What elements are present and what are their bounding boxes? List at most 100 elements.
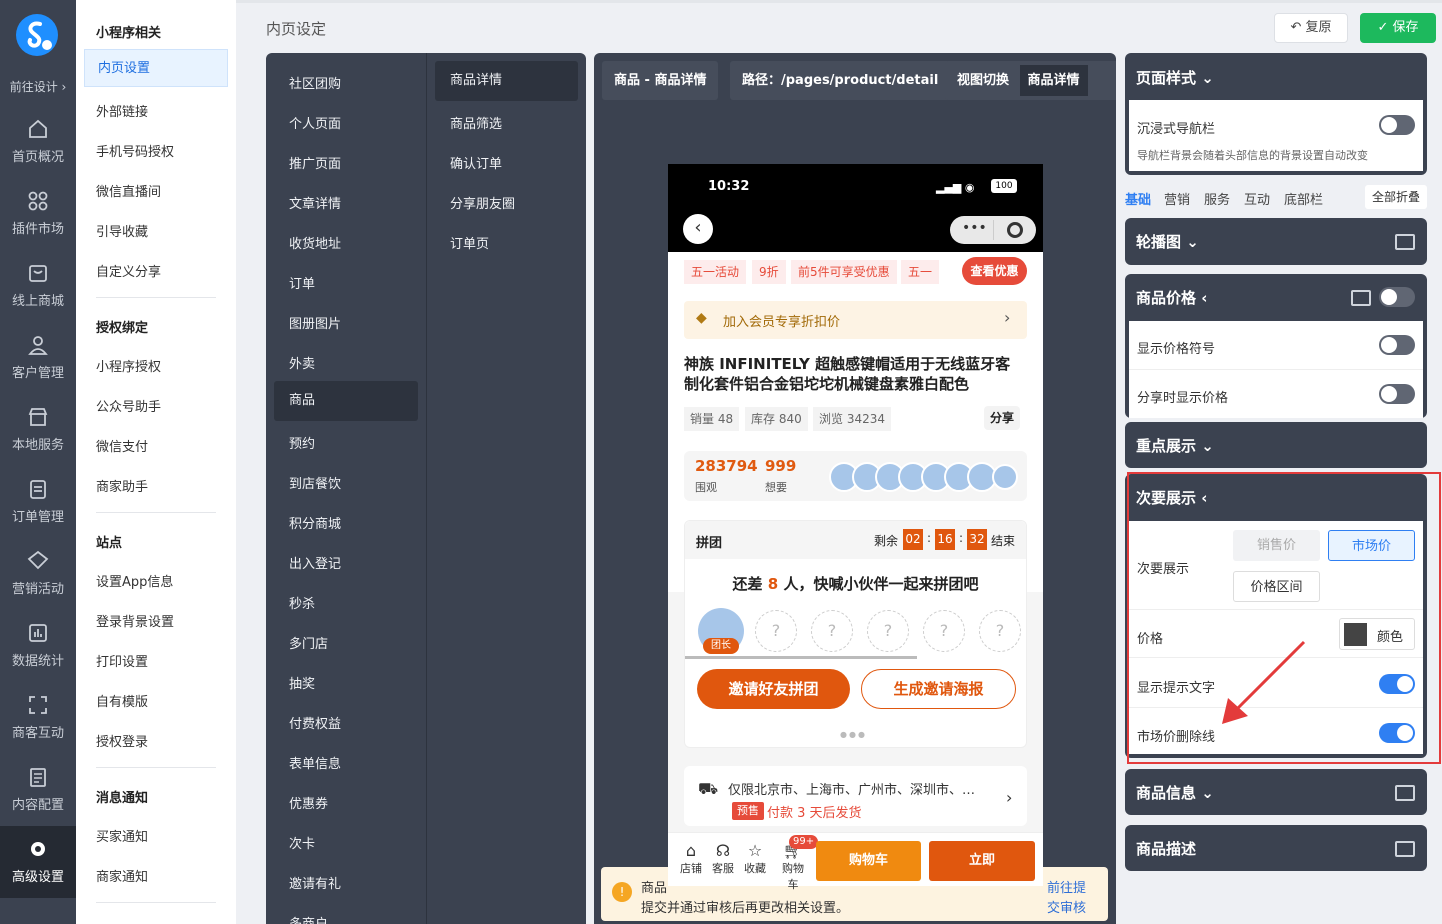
- sub-nav-buyer-notice[interactable]: 买家通知: [96, 826, 148, 845]
- nav-home-overview[interactable]: 首页概况: [0, 118, 76, 190]
- sub-nav-oa-helper[interactable]: 公众号助手: [96, 396, 161, 415]
- page-item[interactable]: 抽奖: [289, 673, 315, 692]
- service-button[interactable]: ☊ 客服: [710, 841, 736, 876]
- page-item[interactable]: 订单: [289, 273, 315, 292]
- collapse-all-button[interactable]: 全部折叠: [1365, 185, 1428, 209]
- tab-bottom-bar[interactable]: 底部栏: [1284, 189, 1323, 208]
- nav-local-service[interactable]: 本地服务: [0, 406, 76, 478]
- nav-marketing[interactable]: 营销活动: [0, 550, 76, 622]
- tab-interaction[interactable]: 互动: [1244, 189, 1270, 208]
- member-banner[interactable]: ◆ 加入会员专享折扣价 ›: [684, 301, 1027, 339]
- subpage-item[interactable]: 订单页: [450, 233, 489, 252]
- add-to-cart-button[interactable]: 购物车: [816, 841, 921, 881]
- layout-icon[interactable]: [1351, 290, 1371, 306]
- layout-icon[interactable]: [1395, 234, 1415, 250]
- page-item[interactable]: 个人页面: [289, 113, 341, 132]
- back-button[interactable]: ‹: [683, 214, 713, 244]
- page-item[interactable]: 次卡: [289, 833, 315, 852]
- sub-nav-app-info[interactable]: 设置App信息: [96, 571, 173, 590]
- nav-statistics[interactable]: 数据统计: [0, 622, 76, 694]
- nav-customer-management[interactable]: 客户管理: [0, 334, 76, 406]
- subpage-item[interactable]: 确认订单: [450, 153, 502, 172]
- sub-nav-inner-page[interactable]: 内页设置: [84, 49, 228, 87]
- key-display-section[interactable]: 重点展示 ⌄: [1125, 422, 1427, 468]
- view-switch[interactable]: 视图切换 商品详情: [945, 61, 1116, 100]
- page-item[interactable]: 文章详情: [289, 193, 341, 212]
- tab-marketing[interactable]: 营销: [1164, 189, 1190, 208]
- page-item[interactable]: 出入登记: [289, 553, 341, 572]
- subpage-item[interactable]: 分享朋友圈: [450, 193, 515, 212]
- nav-plugin-market[interactable]: 插件市场: [0, 190, 76, 262]
- tab-service[interactable]: 服务: [1204, 189, 1230, 208]
- shop-button[interactable]: ⌂ 店铺: [678, 841, 704, 876]
- page-item[interactable]: 积分商城: [289, 513, 341, 532]
- delivery-card[interactable]: ⛟ 仅限北京市、上海市、广州市、深圳市、… 预售 付款 3 天后发货 ›: [684, 766, 1027, 826]
- product-info-section[interactable]: 商品信息 ⌄: [1125, 769, 1427, 815]
- page-item[interactable]: 邀请有礼: [289, 873, 341, 892]
- share-show-price-toggle[interactable]: [1379, 384, 1415, 404]
- page-item[interactable]: 到店餐饮: [289, 473, 341, 492]
- page-item[interactable]: 推广页面: [289, 153, 341, 172]
- layout-icon[interactable]: [1395, 841, 1415, 857]
- nav-advanced-settings[interactable]: 高级设置: [0, 826, 76, 898]
- capsule-menu[interactable]: •••: [950, 216, 1036, 244]
- go-review-link[interactable]: 前往提: [1047, 877, 1086, 896]
- page-item[interactable]: 多门店: [289, 633, 328, 652]
- nav-online-mall[interactable]: 线上商城: [0, 262, 76, 334]
- share-button[interactable]: 分享: [984, 406, 1021, 430]
- page-item[interactable]: 图册图片: [289, 313, 341, 332]
- buy-now-button[interactable]: 立即: [929, 841, 1035, 881]
- page-item[interactable]: 表单信息: [289, 753, 341, 772]
- sub-nav-wechat-pay[interactable]: 微信支付: [96, 436, 148, 455]
- front-design-link[interactable]: 前往设计 ›: [0, 78, 76, 95]
- sub-nav-login-bg[interactable]: 登录背景设置: [96, 611, 174, 630]
- page-item-product-selected[interactable]: 商品: [274, 381, 418, 421]
- price-section-toggle[interactable]: [1379, 287, 1415, 307]
- sub-nav-merchant-helper[interactable]: 商家助手: [96, 476, 148, 495]
- generate-poster-button[interactable]: 生成邀请海报: [861, 669, 1016, 709]
- sub-nav-own-template[interactable]: 自有模版: [96, 691, 148, 710]
- heat-bar: 283794 围观 999 想要: [684, 451, 1027, 501]
- show-price-symbol-toggle[interactable]: [1379, 335, 1415, 355]
- page-item[interactable]: 秒杀: [289, 593, 315, 612]
- product-desc-section[interactable]: 商品描述: [1125, 825, 1427, 871]
- page-style-header[interactable]: 页面样式 ⌄: [1136, 67, 1214, 88]
- group-notifications: 消息通知: [96, 791, 149, 806]
- nav-interaction[interactable]: 商客互动: [0, 694, 76, 766]
- nav-order-management[interactable]: 订单管理: [0, 478, 76, 550]
- go-review-link[interactable]: 交审核: [1047, 897, 1086, 916]
- sub-nav-mp-auth[interactable]: 小程序授权: [96, 356, 161, 375]
- subpage-item[interactable]: 商品筛选: [450, 113, 502, 132]
- page-item[interactable]: 多商户: [289, 913, 328, 924]
- page-item[interactable]: 收货地址: [289, 233, 341, 252]
- sub-nav-wechat-live[interactable]: 微信直播间: [96, 181, 161, 200]
- restore-button[interactable]: ↶ 复原: [1274, 13, 1348, 43]
- view-switch-select[interactable]: 商品详情: [1019, 65, 1088, 96]
- immersive-nav-toggle[interactable]: [1379, 115, 1415, 135]
- page-item[interactable]: 预约: [289, 433, 315, 452]
- sub-nav-custom-share[interactable]: 自定义分享: [96, 261, 161, 280]
- favorite-button[interactable]: ☆ 收藏: [742, 841, 768, 876]
- page-item[interactable]: 优惠券: [289, 793, 328, 812]
- layout-icon[interactable]: [1395, 785, 1415, 801]
- view-coupon-button[interactable]: 查看优惠: [962, 257, 1027, 285]
- save-button[interactable]: ✓ 保存: [1360, 13, 1436, 43]
- page-item[interactable]: 外卖: [289, 353, 315, 372]
- page-item[interactable]: 社区团购: [289, 73, 341, 92]
- sub-nav-auth-login[interactable]: 授权登录: [96, 731, 148, 750]
- sub-nav-merchant-notice[interactable]: 商家通知: [96, 866, 148, 885]
- sub-nav-guide-favorite[interactable]: 引导收藏: [96, 221, 148, 240]
- carousel-section[interactable]: 轮播图 ⌄: [1125, 218, 1427, 265]
- sub-nav-print[interactable]: 打印设置: [96, 651, 148, 670]
- price-header[interactable]: 商品价格 ‹: [1136, 287, 1207, 308]
- check-circle-icon: ✓: [1377, 20, 1389, 35]
- page-style-section: 页面样式 ⌄ 沉浸式导航栏 导航栏背景会随着头部信息的背景设置自动改变: [1125, 53, 1427, 175]
- tab-basic[interactable]: 基础: [1125, 189, 1151, 208]
- truck-icon: ⛟: [698, 779, 719, 798]
- sub-nav-external-link[interactable]: 外部链接: [96, 101, 148, 120]
- signal-wifi-icon: ▂▄▆ ◉: [936, 181, 975, 194]
- page-item[interactable]: 付费权益: [289, 713, 341, 732]
- subpage-item-product-detail-selected[interactable]: 商品详情: [435, 61, 578, 101]
- sub-nav-phone-auth[interactable]: 手机号码授权: [96, 141, 174, 160]
- invite-friends-button[interactable]: 邀请好友拼团: [697, 669, 850, 709]
